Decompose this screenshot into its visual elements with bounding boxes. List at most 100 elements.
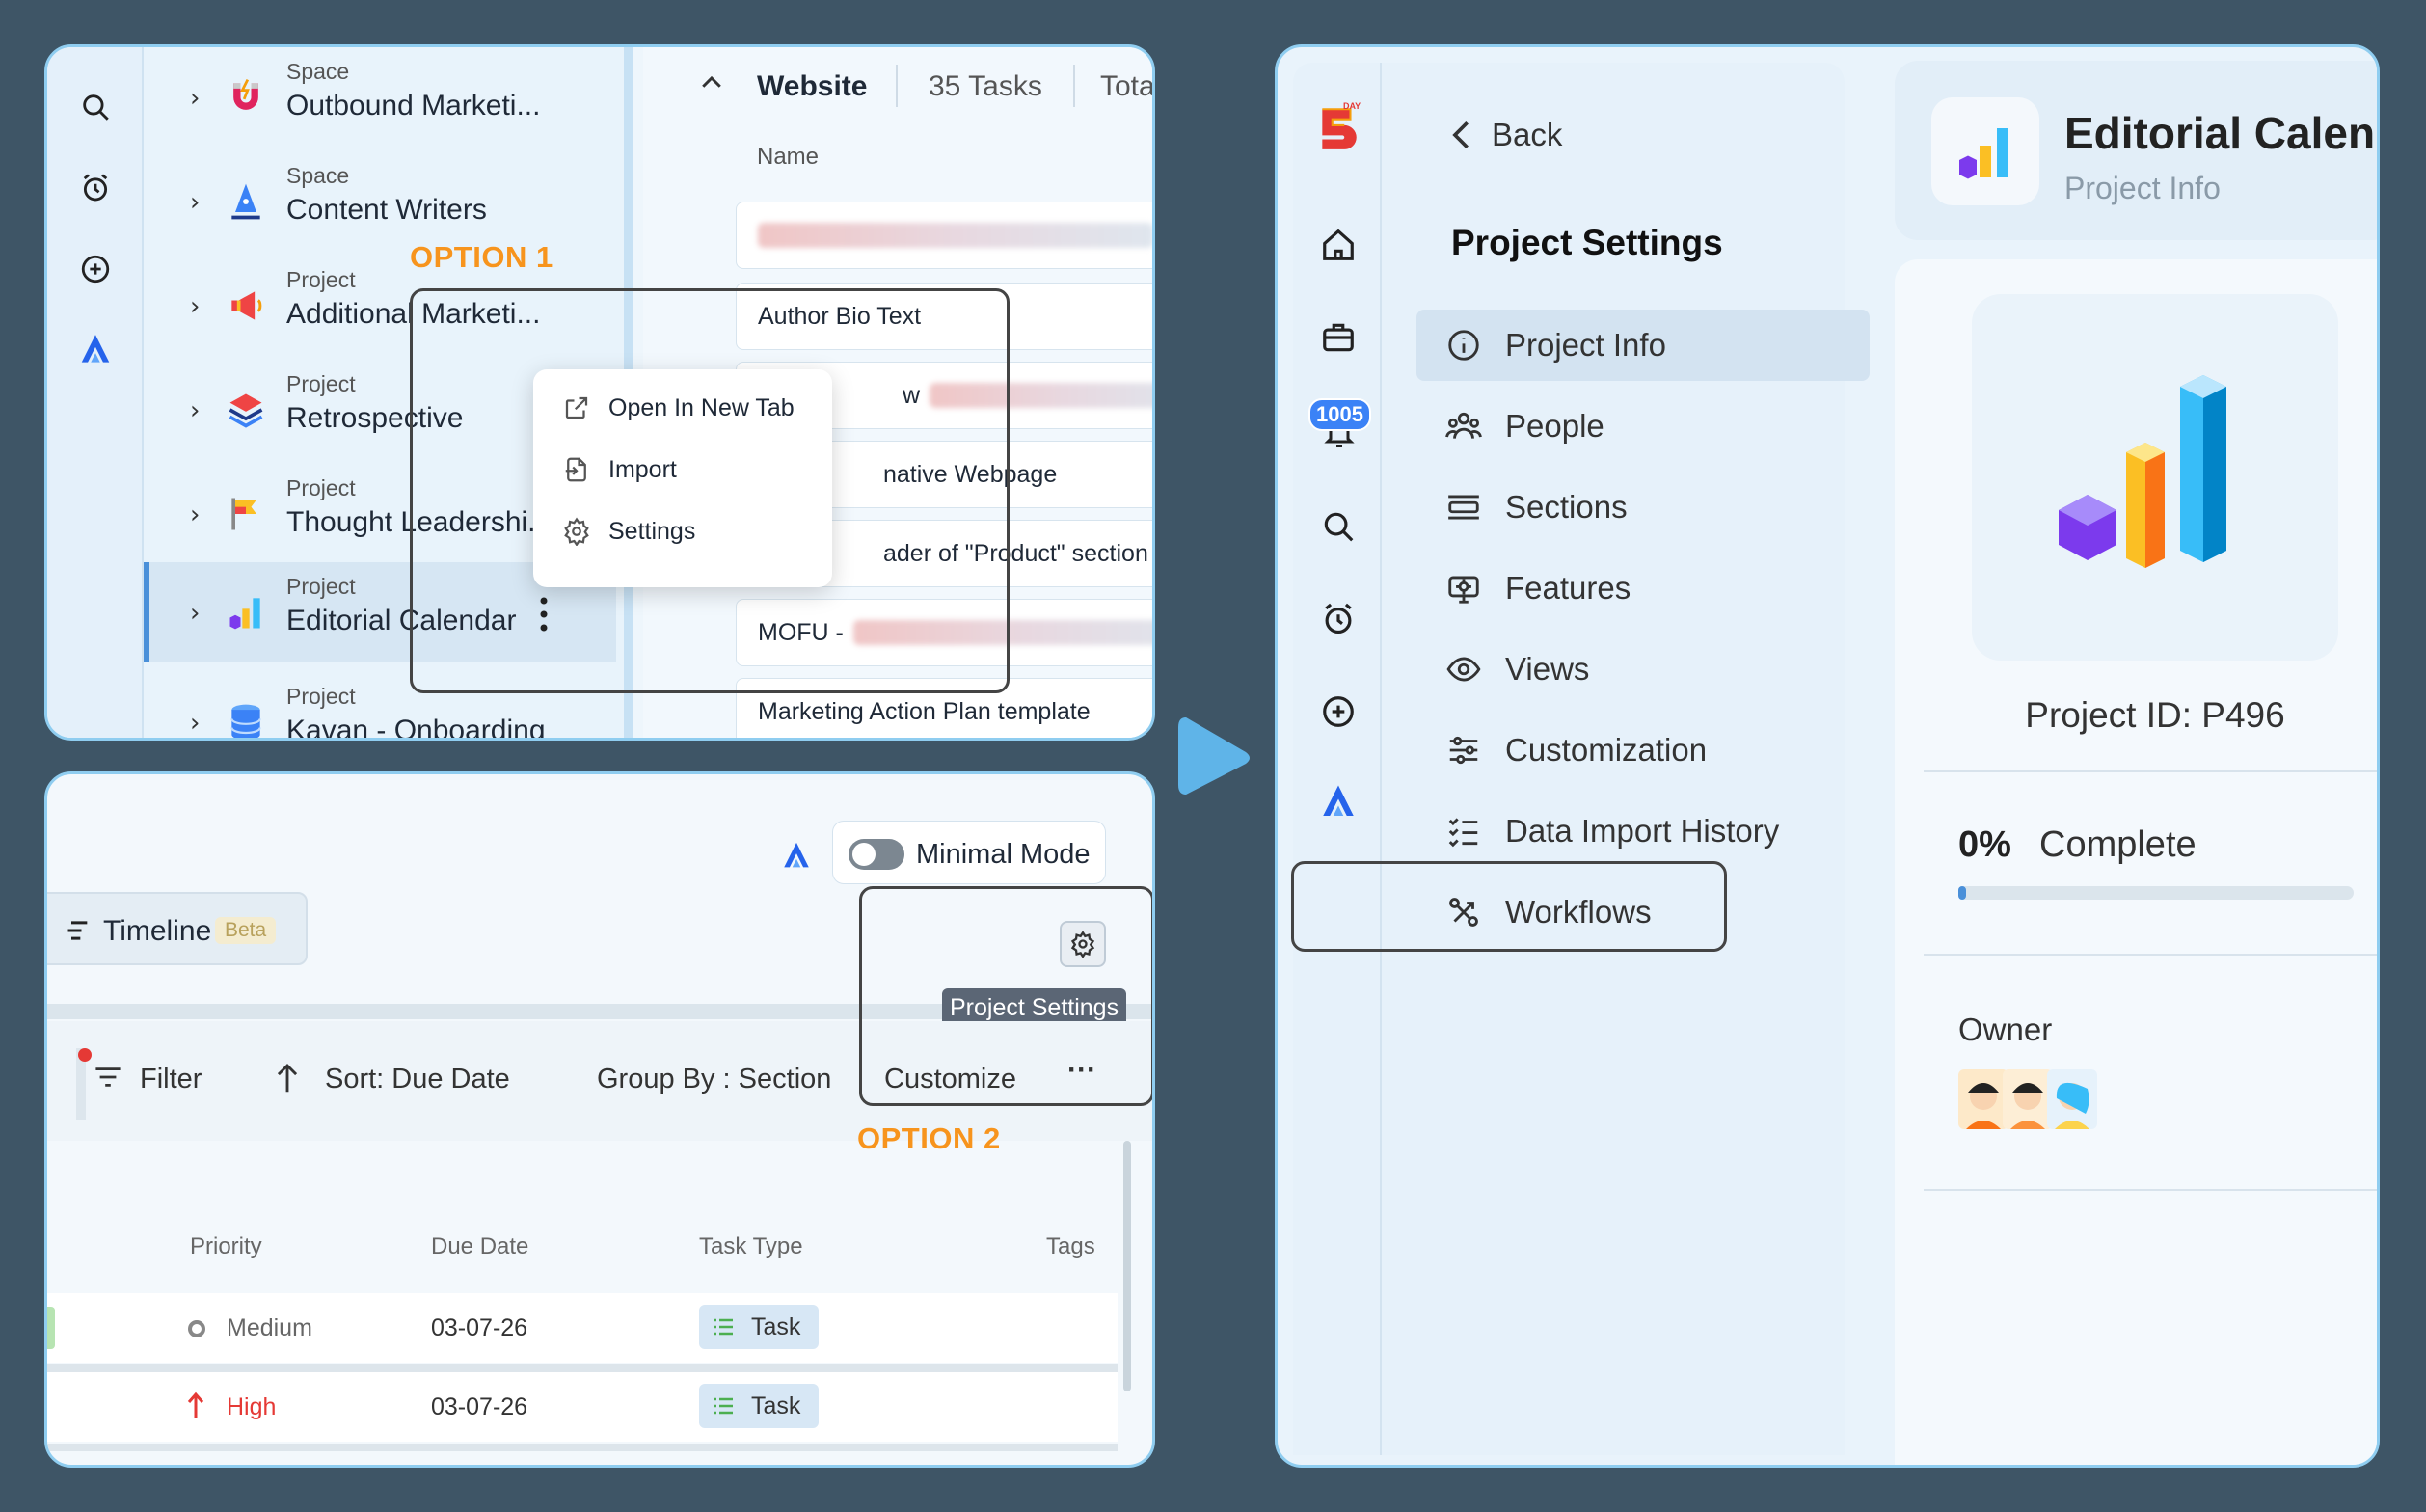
chevron-up-icon[interactable] [697,68,726,97]
nav-label: Project Info [1505,327,1666,363]
task-card-blurred[interactable] [736,202,1152,269]
layers-icon [225,389,267,431]
chevron-right-icon[interactable]: › [190,84,200,113]
brand-a-icon[interactable] [74,329,117,371]
task-type-badge[interactable]: Task [699,1384,819,1428]
chevron-right-icon[interactable]: › [190,396,200,425]
search-icon[interactable] [74,86,117,128]
bar-chart-3d-icon [225,591,267,634]
nav-project-info[interactable]: Project Info [1416,310,1870,381]
chevron-right-icon[interactable]: › [190,709,200,738]
divider [1924,1189,2377,1191]
icon-strip [47,47,144,738]
owner-label: Owner [1958,1012,2053,1047]
table-row[interactable]: High 03-07-26 Task [47,1372,1118,1442]
back-button[interactable]: Back [1447,117,1562,153]
item-kind: Project [286,267,356,292]
chevron-right-icon[interactable]: › [190,188,200,217]
view-tab-timeline[interactable]: Timeline Beta [47,892,308,965]
sort-button[interactable]: Sort: Due Date [325,1064,510,1095]
nav-customization[interactable]: Customization [1416,715,1870,786]
filter-icon[interactable] [92,1064,124,1091]
add-circle-icon[interactable] [74,248,117,290]
chevron-left-icon [1452,121,1469,149]
icon-strip [1293,63,1382,1455]
nav-sections[interactable]: Sections [1416,472,1870,543]
megaphone-icon [225,284,267,327]
nav-data-import-history[interactable]: Data Import History [1416,796,1870,867]
toggle-switch[interactable] [849,839,904,870]
task-type-label: Task [751,1313,801,1340]
item-kind: Space [286,163,350,188]
sliders-icon [1449,736,1478,765]
toggle-label: Minimal Mode [916,839,1091,870]
features-icon [1448,576,1479,604]
nav-label: Data Import History [1505,813,1780,849]
people-icon [1445,412,1482,439]
magnet-icon [225,76,267,119]
project-settings-panel: DAY 1005 Back Project Settings Project I… [1275,44,2380,1468]
nav-label: Features [1505,570,1631,606]
project-header-card: Editorial Calend Project Info [1895,61,2377,240]
divider [1924,954,2377,956]
column-header-due-date: Due Date [431,1233,529,1259]
home-icon[interactable] [1320,227,1357,263]
settings-title: Project Settings [1451,223,1723,262]
settings-sidebar: DAY 1005 Back Project Settings Project I… [1293,63,1870,1455]
row-divider [47,1364,1118,1372]
divider [1924,770,2377,772]
chevron-right-icon[interactable]: › [190,599,200,628]
arrow-right-icon [1173,710,1255,802]
alarm-clock-icon[interactable] [1320,601,1357,637]
nav-label: Views [1505,651,1590,687]
task-type-badge[interactable]: Task [699,1305,819,1349]
vertical-scrollbar[interactable] [1123,1141,1131,1391]
highlight-outline [1291,861,1727,952]
item-kind: Space [286,59,350,84]
row-color-marker [47,1307,55,1349]
column-header-task-type: Task Type [699,1233,803,1259]
tab-label: Timeline [103,915,212,947]
group-by-button[interactable]: Group By : Section [597,1064,831,1095]
task-type-label: Task [751,1392,801,1419]
total-estimate: Total Es [1100,70,1155,102]
due-date-value[interactable]: 03-07-26 [431,1393,527,1421]
beta-badge: Beta [215,917,277,944]
sidebar-item-content-writers[interactable]: › Space Content Writers [144,151,616,248]
nav-views[interactable]: Views [1416,634,1870,705]
bar-chart-3d-icon [2059,375,2226,568]
divider [896,65,898,107]
list-icon [714,1397,733,1415]
due-date-value[interactable]: 03-07-26 [431,1314,527,1342]
progress-percent: 0% [1958,824,2011,865]
back-label: Back [1492,117,1563,152]
nav-features[interactable]: Features [1416,553,1870,624]
project-avatar [1931,97,2039,205]
priority-value[interactable]: Medium [227,1314,312,1342]
option1-panel: › Space Outbound Marketi... › Space Cont… [44,44,1155,741]
section-title: Website [757,70,868,102]
option2-panel: Minimal Mode Timeline Beta Project Setti… [44,771,1155,1468]
app-logo[interactable]: DAY [1314,101,1362,151]
blurred-text [758,223,1152,248]
table-row[interactable]: Medium 03-07-26 Task [47,1293,1118,1363]
add-circle-icon[interactable] [1320,693,1357,730]
eye-icon [1446,657,1481,682]
nav-people[interactable]: People [1416,391,1870,462]
divider [1073,65,1075,107]
alarm-clock-icon[interactable] [74,167,117,209]
owner-avatars[interactable] [1958,1069,2109,1129]
priority-value[interactable]: High [227,1393,276,1421]
chevron-right-icon[interactable]: › [190,500,200,529]
brand-a-icon [780,840,813,873]
project-info-card: Project ID: P496 0% Complete Owner [1895,259,2377,1465]
sidebar-item-outbound[interactable]: › Space Outbound Marketi... [144,47,616,144]
progress-label: Complete [2039,824,2197,865]
chevron-right-icon[interactable]: › [190,292,200,321]
search-icon[interactable] [1320,508,1357,545]
filter-button[interactable]: Filter [140,1064,202,1095]
minimal-mode-toggle[interactable]: Minimal Mode [832,821,1106,884]
brand-a-icon[interactable] [1318,782,1359,823]
briefcase-icon[interactable] [1320,319,1357,356]
highlight-outline [859,886,1152,1106]
